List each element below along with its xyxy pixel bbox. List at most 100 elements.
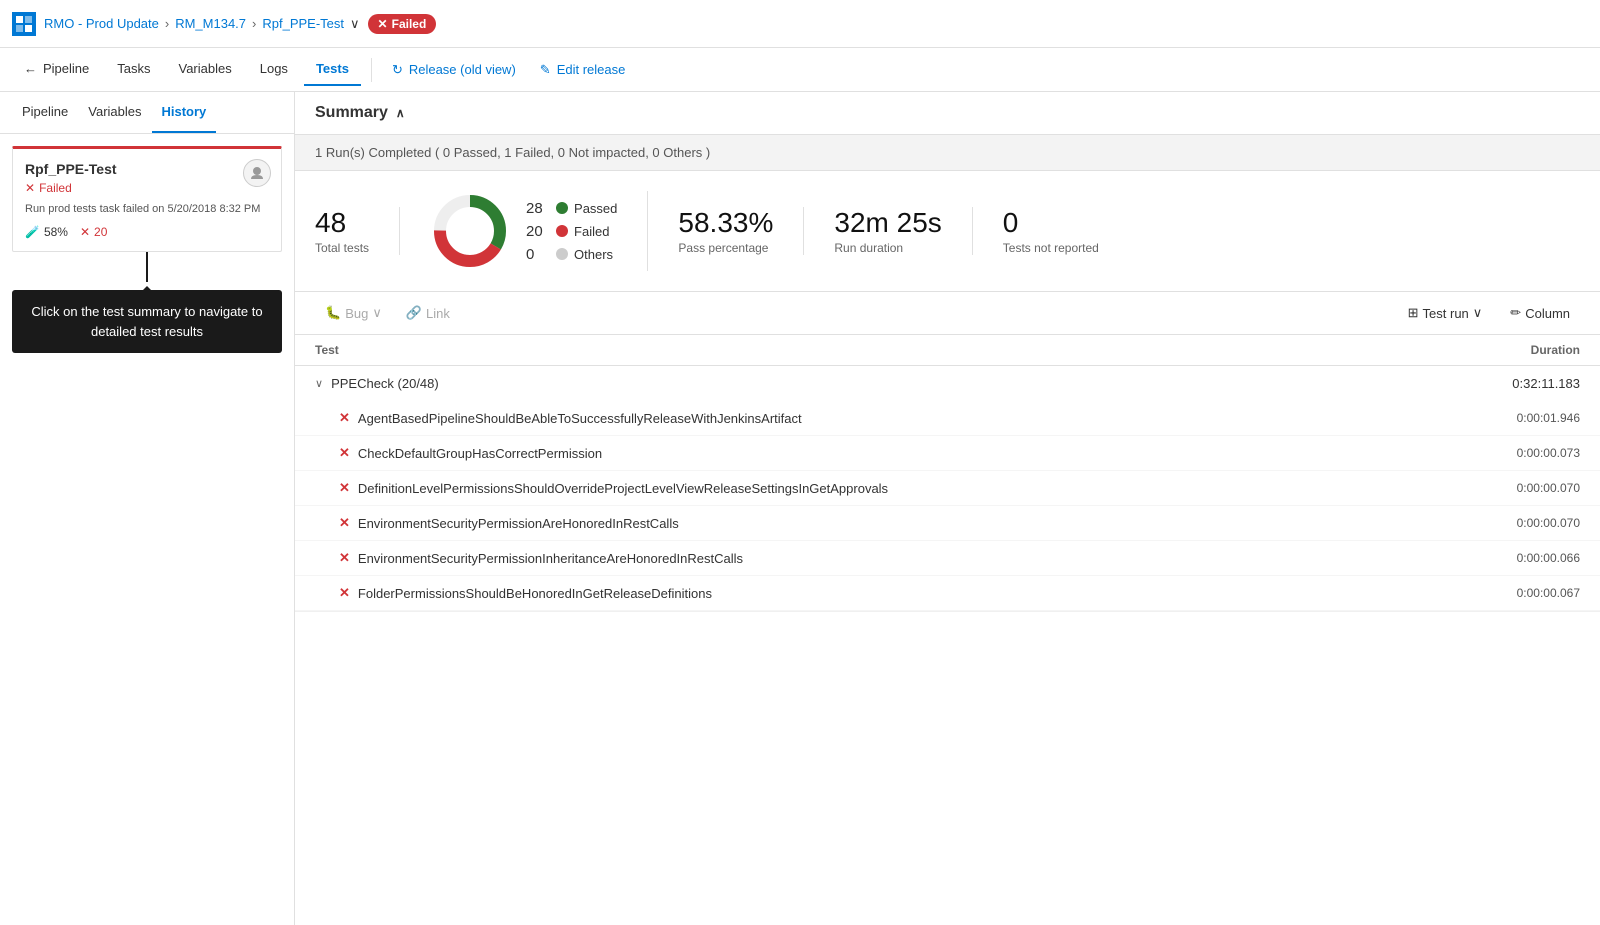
test-run-button[interactable]: ⊞ Test run ∨: [1398, 300, 1493, 326]
stage-card-description: Run prod tests task failed on 5/20/2018 …: [25, 203, 269, 215]
failed-icon: ✕: [339, 410, 350, 426]
test-duration: 0:00:00.073: [1460, 446, 1580, 460]
test-row[interactable]: ✕ AgentBasedPipelineShouldBeAbleToSucces…: [295, 401, 1600, 436]
test-run-icon: ⊞: [1408, 305, 1419, 321]
test-row[interactable]: ✕ EnvironmentSecurityPermissionAreHonore…: [295, 506, 1600, 541]
status-x-icon: ✕: [25, 181, 35, 195]
test-group-0: ∨ PPECheck (20/48) 0:32:11.183 ✕ AgentBa…: [295, 366, 1600, 612]
test-name: FolderPermissionsShouldBeHonoredInGetRel…: [358, 586, 1452, 601]
tests-not-reported-number: 0: [1003, 207, 1019, 239]
connector-line: [146, 252, 148, 282]
tests-not-reported-label: Tests not reported: [1003, 241, 1099, 255]
release-old-view-button[interactable]: ↻ Release (old view): [382, 56, 526, 84]
top-header: RMO - Prod Update › RM_M134.7 › Rpf_PPE-…: [0, 0, 1600, 48]
toolbar-right: ⊞ Test run ∨ ✏ Column: [1398, 300, 1580, 326]
back-to-pipeline[interactable]: ← Pipeline: [12, 53, 101, 86]
column-icon: ✏: [1510, 305, 1521, 321]
test-name: EnvironmentSecurityPermissionAreHonoredI…: [358, 516, 1452, 531]
failed-icon: ✕: [339, 550, 350, 566]
content-area: Summary ∧ 1 Run(s) Completed ( 0 Passed,…: [295, 92, 1600, 925]
edit-release-button[interactable]: ✎ Edit release: [530, 56, 636, 84]
chart-area: 28 Passed 20 Failed 0 Others: [430, 191, 648, 271]
failed-icon: ✕: [339, 515, 350, 531]
summary-chevron-icon[interactable]: ∧: [396, 106, 405, 120]
col-duration-header: Duration: [1460, 343, 1580, 357]
app-logo: [12, 12, 36, 36]
stage-card-title: Rpf_PPE-Test: [25, 161, 269, 177]
run-duration-label: Run duration: [834, 241, 903, 255]
failed-label: Failed: [392, 17, 427, 31]
test-table-header: Test Duration: [295, 335, 1600, 366]
breadcrumb-item-3[interactable]: Rpf_PPE-Test: [262, 16, 344, 31]
toolbar: 🐛 Bug ∨ 🔗 Link ⊞ Test run ∨ ✏ Column: [295, 292, 1600, 335]
failed-badge: ✕ Failed: [368, 14, 437, 34]
test-name: EnvironmentSecurityPermissionInheritance…: [358, 551, 1452, 566]
pass-percentage-block: 58.33% Pass percentage: [678, 207, 804, 255]
group-duration: 0:32:11.183: [1512, 376, 1580, 391]
bug-button[interactable]: 🐛 Bug ∨: [315, 300, 392, 326]
passed-label: Passed: [574, 201, 617, 216]
test-duration: 0:00:00.067: [1460, 586, 1580, 600]
sidebar-tab-variables[interactable]: Variables: [78, 92, 151, 133]
failed-x-icon: ✕: [378, 17, 388, 31]
breadcrumb-item-1[interactable]: RMO - Prod Update: [44, 16, 159, 31]
tab-variables[interactable]: Variables: [167, 53, 244, 86]
sidebar: Pipeline Variables History Rpf_PPE-Test …: [0, 92, 295, 925]
link-button[interactable]: 🔗 Link: [396, 300, 460, 326]
breadcrumb-item-2[interactable]: RM_M134.7: [175, 16, 246, 31]
group-name: PPECheck (20/48): [331, 376, 439, 391]
failed-dot: [556, 225, 568, 237]
nav-tabs: ← Pipeline Tasks Variables Logs Tests ↻ …: [0, 48, 1600, 92]
main-layout: Pipeline Variables History Rpf_PPE-Test …: [0, 92, 1600, 925]
breadcrumb: RMO - Prod Update › RM_M134.7 › Rpf_PPE-…: [44, 16, 360, 32]
test-group-header-0[interactable]: ∨ PPECheck (20/48) 0:32:11.183: [295, 366, 1600, 401]
passed-dot: [556, 202, 568, 214]
failed-count: 20: [526, 223, 550, 240]
pencil-icon: ✎: [540, 62, 551, 78]
run-duration-number: 32m 25s: [834, 207, 941, 239]
stage-card-status: ✕ Failed: [25, 181, 269, 195]
sidebar-tab-pipeline[interactable]: Pipeline: [12, 92, 78, 133]
passed-count: 28: [526, 200, 550, 217]
test-row[interactable]: ✕ CheckDefaultGroupHasCorrectPermission …: [295, 436, 1600, 471]
fail-count: ✕ 20: [80, 225, 107, 239]
summary-title: Summary: [315, 104, 388, 122]
run-duration-block: 32m 25s Run duration: [834, 207, 972, 255]
tab-logs[interactable]: Logs: [248, 53, 300, 86]
sidebar-tabs: Pipeline Variables History: [0, 92, 294, 134]
test-duration: 0:00:00.066: [1460, 551, 1580, 565]
test-row[interactable]: ✕ DefinitionLevelPermissionsShouldOverri…: [295, 471, 1600, 506]
test-name: CheckDefaultGroupHasCorrectPermission: [358, 446, 1452, 461]
summary-header: Summary ∧: [295, 92, 1600, 135]
nav-divider: [371, 58, 372, 82]
others-count: 0: [526, 246, 550, 263]
test-duration: 0:00:01.946: [1460, 411, 1580, 425]
back-arrow-icon: ←: [24, 61, 37, 76]
failed-icon: ✕: [339, 585, 350, 601]
test-row[interactable]: ✕ FolderPermissionsShouldBeHonoredInGetR…: [295, 576, 1600, 611]
col-test-header: Test: [315, 343, 1460, 357]
stage-card[interactable]: Rpf_PPE-Test ✕ Failed Run prod tests tas…: [12, 146, 282, 252]
test-row[interactable]: ✕ EnvironmentSecurityPermissionInheritan…: [295, 541, 1600, 576]
stage-card-footer: 🧪 58% ✕ 20: [25, 225, 269, 239]
pass-percentage-label: Pass percentage: [678, 241, 768, 255]
link-icon: 🔗: [406, 305, 422, 321]
runs-bar: 1 Run(s) Completed ( 0 Passed, 1 Failed,…: [295, 135, 1600, 171]
back-pipeline-label: Pipeline: [43, 61, 89, 76]
donut-chart: [430, 191, 510, 271]
failed-icon: ✕: [339, 480, 350, 496]
sidebar-tab-history[interactable]: History: [152, 92, 217, 133]
bug-chevron-icon: ∨: [372, 305, 382, 321]
stats-row: 48 Total tests: [295, 171, 1600, 292]
tab-tasks[interactable]: Tasks: [105, 53, 162, 86]
total-tests-block: 48 Total tests: [315, 207, 400, 255]
tests-not-reported-block: 0 Tests not reported: [1003, 207, 1129, 255]
test-duration: 0:00:00.070: [1460, 481, 1580, 495]
tab-tests[interactable]: Tests: [304, 53, 361, 86]
total-tests-label: Total tests: [315, 241, 369, 255]
column-button[interactable]: ✏ Column: [1500, 300, 1580, 326]
legend-others: 0 Others: [526, 246, 617, 263]
pass-percentage: 🧪 58%: [25, 225, 68, 239]
tooltip-box: Click on the test summary to navigate to…: [12, 290, 282, 353]
others-label: Others: [574, 247, 613, 262]
